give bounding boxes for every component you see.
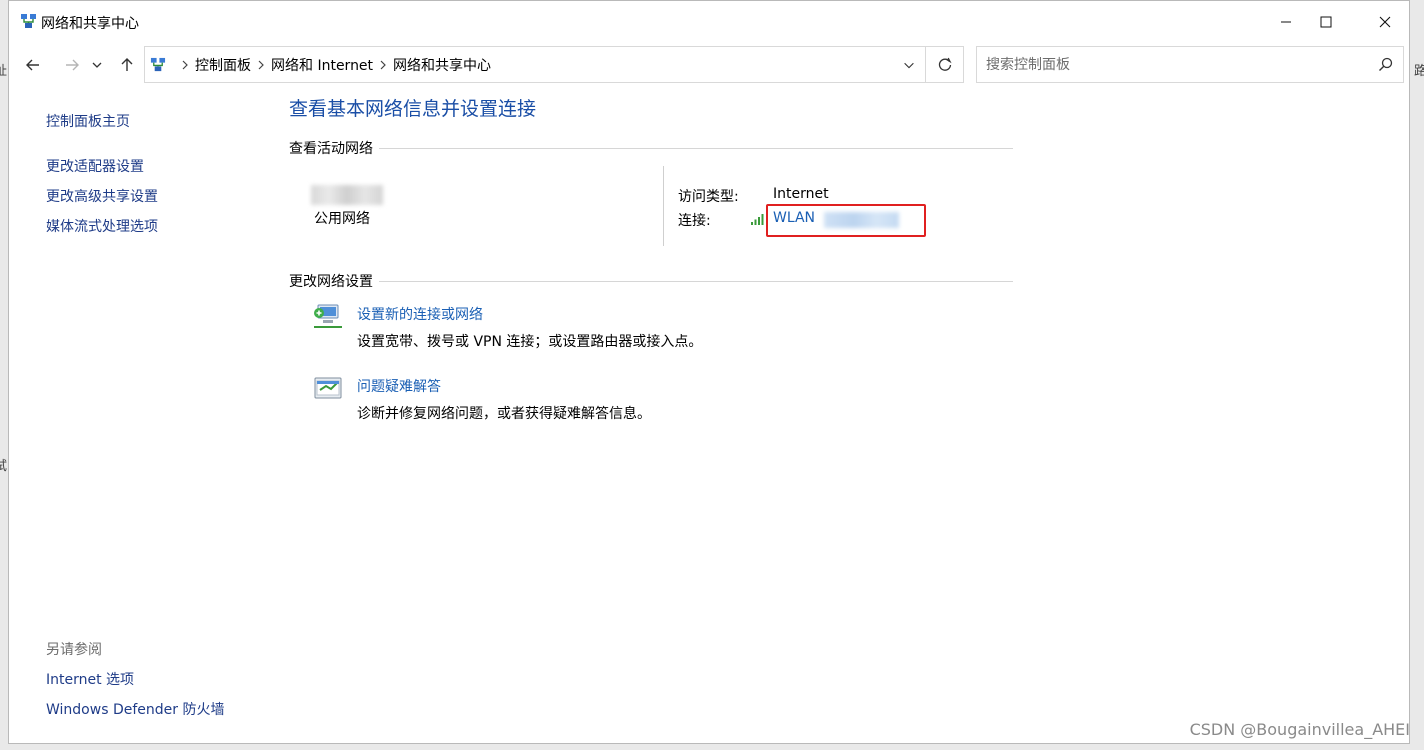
troubleshoot-problems-description: 诊断并修复网络问题，或者获得疑难解答信息。 [357, 406, 651, 422]
change-settings-section-header: 更改网络设置 [289, 271, 1013, 291]
connection-label: 连接: [678, 213, 711, 229]
maximize-button[interactable] [1297, 1, 1355, 43]
page-title: 查看基本网络信息并设置连接 [289, 98, 537, 120]
minimize-icon [1281, 21, 1291, 23]
recent-locations-button[interactable] [89, 51, 105, 79]
see-also-heading: 另请参阅 [46, 642, 102, 658]
troubleshoot-problems-link[interactable]: 问题疑难解答 [357, 376, 441, 396]
active-networks-section-header: 查看活动网络 [289, 138, 1013, 158]
background-text-fragment: 试 [0, 459, 8, 474]
breadcrumb-item-network-internet[interactable]: 网络和 Internet [271, 55, 373, 75]
refresh-button[interactable] [926, 46, 964, 83]
chevron-down-icon [92, 62, 102, 68]
sidebar-link-internet-options[interactable]: Internet 选项 [46, 669, 134, 689]
back-button[interactable] [20, 51, 46, 79]
chevron-right-icon[interactable] [251, 60, 271, 70]
chevron-right-icon[interactable] [175, 60, 195, 70]
setup-new-connection-link[interactable]: 设置新的连接或网络 [357, 304, 483, 324]
close-icon [1379, 16, 1391, 28]
watermark-text: CSDN @Bougainvillea_AHEI [1189, 720, 1410, 739]
new-connection-icon [314, 304, 342, 328]
annotation-highlight-box [766, 204, 926, 237]
access-type-label: 访问类型: [678, 189, 739, 205]
window-title: 网络和共享中心 [41, 16, 139, 32]
access-type-value: Internet [773, 186, 829, 202]
background-text-fragment: 路 [1414, 64, 1424, 79]
sidebar-link-advanced-sharing-settings[interactable]: 更改高级共享设置 [46, 186, 158, 206]
background-text-fragment: 址 [0, 64, 8, 79]
refresh-icon [938, 57, 952, 71]
arrow-up-icon [121, 58, 133, 71]
sidebar-link-control-panel-home[interactable]: 控制面板主页 [46, 111, 130, 131]
vertical-divider [663, 166, 664, 246]
network-category: 公用网络 [314, 211, 370, 227]
search-icon[interactable] [1378, 57, 1393, 72]
change-settings-heading: 更改网络设置 [289, 274, 373, 290]
active-networks-heading: 查看活动网络 [289, 141, 373, 157]
sidebar-link-windows-defender-firewall[interactable]: Windows Defender 防火墙 [46, 699, 224, 719]
address-bar[interactable]: 控制面板 网络和 Internet 网络和共享中心 [144, 46, 926, 83]
arrow-left-icon [26, 59, 39, 71]
sidebar-link-change-adapter-settings[interactable]: 更改适配器设置 [46, 156, 144, 176]
sidebar-link-media-streaming-options[interactable]: 媒体流式处理选项 [46, 216, 158, 236]
chevron-right-icon[interactable] [373, 60, 393, 70]
address-dropdown-button[interactable] [897, 47, 921, 82]
title-bar[interactable]: 网络和共享中心 [9, 1, 1409, 43]
network-center-icon [21, 14, 36, 28]
section-divider [379, 147, 1013, 149]
chevron-down-icon [904, 62, 914, 68]
wifi-signal-icon [751, 214, 764, 225]
section-divider [379, 280, 1013, 282]
maximize-icon [1320, 16, 1332, 28]
breadcrumb: 控制面板 网络和 Internet 网络和共享中心 [175, 47, 491, 82]
blurred-network-name [311, 185, 383, 205]
setup-new-connection-description: 设置宽带、拨号或 VPN 连接；或设置路由器或接入点。 [357, 334, 703, 350]
up-button[interactable] [114, 51, 140, 79]
breadcrumb-item-control-panel[interactable]: 控制面板 [195, 55, 251, 75]
control-panel-window: 网络和共享中心 控制面板 网络和 Internet 网络和共享中心 搜索控制面板… [8, 0, 1410, 744]
troubleshoot-icon [314, 377, 342, 399]
search-input[interactable] [977, 47, 1385, 82]
forward-button[interactable] [59, 51, 85, 79]
search-box[interactable] [976, 46, 1404, 83]
close-button[interactable] [1356, 1, 1414, 43]
breadcrumb-item-network-sharing-center[interactable]: 网络和共享中心 [393, 55, 491, 75]
control-panel-icon [150, 57, 166, 72]
arrow-right-icon [66, 59, 79, 71]
